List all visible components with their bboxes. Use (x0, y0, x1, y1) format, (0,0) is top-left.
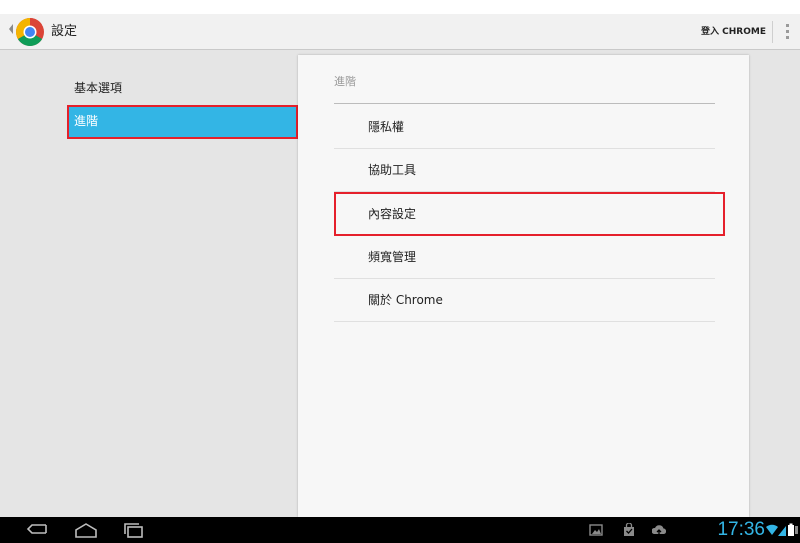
category-advanced[interactable]: 進階 (67, 105, 298, 139)
signal-icon (778, 526, 786, 536)
category-basic[interactable]: 基本選項 (67, 72, 298, 106)
upload-icon (652, 525, 666, 535)
settings-categories: 基本選項 進階 (0, 50, 298, 517)
pref-label: 內容設定 (368, 207, 417, 221)
settings-screen: 設定 登入 CHROME 基本選項 進階 進階 隱私權 協助工具 內容設定 頻寬… (0, 0, 800, 543)
shopping-bag-icon (624, 523, 634, 536)
chrome-logo-icon[interactable] (15, 17, 45, 47)
pref-content-settings[interactable]: 內容設定 (334, 192, 725, 236)
settings-content: 基本選項 進階 進階 隱私權 協助工具 內容設定 頻寬管理 關於 Chrome (0, 50, 800, 517)
page-title: 設定 (51, 24, 78, 39)
advanced-settings-panel: 進階 隱私權 協助工具 內容設定 頻寬管理 關於 Chrome (298, 55, 749, 517)
screenshot-icon (589, 524, 603, 536)
pref-label: 隱私權 (368, 120, 405, 134)
signin-chrome-button[interactable]: 登入 CHROME (701, 25, 766, 39)
pref-label: 關於 Chrome (368, 293, 443, 307)
home-icon[interactable] (73, 522, 99, 539)
actionbar-divider (772, 21, 773, 43)
overflow-menu-icon[interactable] (782, 22, 792, 42)
section-header-divider (334, 103, 715, 104)
pref-privacy[interactable]: 隱私權 (334, 106, 715, 149)
pref-bandwidth[interactable]: 頻寬管理 (334, 236, 715, 279)
action-bar: 設定 登入 CHROME (0, 14, 800, 50)
status-icons (766, 523, 798, 536)
up-caret-icon[interactable] (9, 24, 13, 34)
pref-label: 協助工具 (368, 163, 417, 177)
section-header: 進階 (334, 75, 356, 88)
pref-label: 頻寬管理 (368, 250, 417, 264)
system-bar: 17:36 (0, 517, 800, 543)
recent-apps-icon[interactable] (121, 522, 147, 539)
pref-accessibility[interactable]: 協助工具 (334, 149, 715, 192)
clock: 17:36 (717, 519, 765, 540)
wifi-icon (766, 524, 778, 535)
back-icon[interactable] (24, 522, 50, 539)
battery-icon (788, 523, 798, 536)
pref-about-chrome[interactable]: 關於 Chrome (334, 279, 715, 322)
